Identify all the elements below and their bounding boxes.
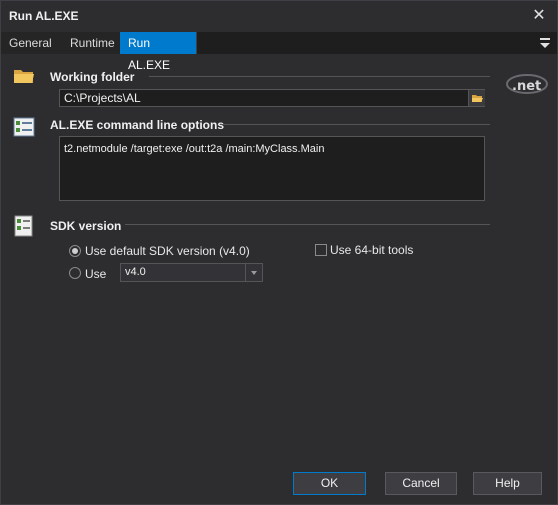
working-folder-label: Working folder (50, 70, 135, 84)
close-icon[interactable]: ✕ (529, 6, 549, 26)
help-button[interactable]: Help (473, 472, 542, 495)
tab-general[interactable]: General (1, 32, 63, 54)
folder-icon (13, 67, 35, 87)
dotnet-logo-icon: .net (504, 68, 550, 96)
sdk-version-value: v4.0 (125, 266, 146, 278)
window-title: Run AL.EXE (9, 9, 79, 23)
command-line-textarea[interactable]: t2.netmodule /target:exe /out:t2a /main:… (59, 136, 485, 201)
command-line-separator (220, 124, 490, 125)
use-specific-sdk-radio[interactable] (69, 267, 81, 279)
working-folder-input[interactable]: C:\Projects\AL (59, 89, 485, 107)
sdk-version-label: SDK version (50, 219, 122, 233)
working-folder-value: C:\Projects\AL (64, 91, 141, 105)
chevron-down-icon[interactable] (245, 264, 262, 281)
sdk-version-separator (125, 224, 490, 225)
use-default-sdk-radio[interactable] (69, 245, 81, 257)
svg-text:.net: .net (512, 79, 541, 94)
title-bar: Run AL.EXE ✕ (1, 1, 557, 31)
use-64bit-label[interactable]: Use 64-bit tools (330, 243, 413, 257)
tab-bar: General Runtime Run AL.EXE (1, 32, 557, 72)
ok-button[interactable]: OK (293, 472, 366, 495)
command-line-label: AL.EXE command line options (50, 118, 225, 132)
use-64bit-checkbox[interactable] (315, 244, 327, 256)
browse-folder-icon[interactable] (468, 90, 485, 106)
checklist-icon (13, 215, 35, 237)
sdk-version-select[interactable]: v4.0 (120, 263, 263, 282)
run-al-exe-dialog: Run AL.EXE ✕ General Runtime Run AL.EXE … (0, 0, 558, 505)
use-default-sdk-label[interactable]: Use default SDK version (v4.0) (85, 244, 250, 258)
working-folder-separator (149, 76, 490, 77)
tab-runtime[interactable]: Runtime (62, 32, 121, 54)
command-line-value: t2.netmodule /target:exe /out:t2a /main:… (64, 143, 325, 155)
checklist-icon (13, 117, 35, 137)
tab-run-al-exe[interactable]: Run AL.EXE (120, 32, 197, 72)
menu-icon[interactable] (539, 35, 551, 51)
use-specific-sdk-label[interactable]: Use (85, 267, 106, 281)
cancel-button[interactable]: Cancel (385, 472, 457, 495)
